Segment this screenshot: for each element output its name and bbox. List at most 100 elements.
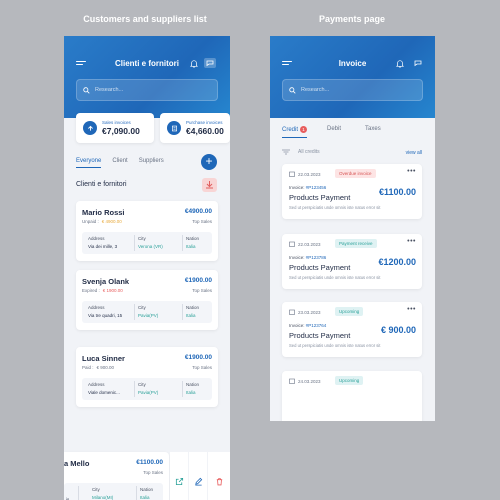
payment-card[interactable]: 22.03.2023 Overdue invoice ••• Invoice: … <box>282 164 422 219</box>
city-label: City <box>138 236 146 241</box>
address-value: Via tre quadri, 15 <box>88 313 123 318</box>
download-icon <box>206 181 213 189</box>
payment-card[interactable]: 24.03.2023 Upcoming <box>282 371 422 421</box>
customer-card[interactable]: Mario Rossi €4900.00 Unpaid : € 4900.00 T… <box>76 201 218 261</box>
city-value: Pavia(PV) <box>138 313 159 318</box>
summary-label: Sales invoices <box>102 120 131 125</box>
address-value: Viale domenic... <box>88 390 120 395</box>
customer-card[interactable]: Svenja Olank €1900.00 Expired : € 1900.00… <box>76 270 218 330</box>
payment-title: Products Payment <box>289 193 351 202</box>
customer-status: Unpaid : € 4900.00 <box>82 219 122 224</box>
customer-amount: €1100.00 <box>136 459 163 466</box>
customer-amount: €1900.00 <box>184 277 212 284</box>
pencil-icon <box>194 477 202 486</box>
status-badge: Payment receive <box>335 239 377 248</box>
payment-description: Sed ut perspiciatis unde omnis iste natu… <box>289 275 381 280</box>
payments-header: Invoice <box>270 36 435 118</box>
filter-tabs: Everyone Client Suppliers <box>76 158 175 168</box>
customer-amount: €4900.00 <box>184 208 212 215</box>
add-button[interactable]: + <box>201 154 217 170</box>
customer-name: Mario Rossi <box>82 208 125 217</box>
calendar-icon <box>289 378 295 384</box>
customer-name: Luca Sinner <box>82 354 125 363</box>
search-bar[interactable] <box>282 79 423 101</box>
customer-name: a Mello <box>64 459 90 468</box>
search-input[interactable] <box>301 87 408 93</box>
payment-card[interactable]: 22.03.2023 Payment receive ••• Invoice: … <box>282 234 422 289</box>
customer-status: Paid : € 900.00 <box>82 365 115 370</box>
search-input[interactable] <box>95 87 203 93</box>
filter-icon <box>282 149 290 155</box>
purchase-invoices-card[interactable]: Purchase invoices €4,660.00 <box>160 113 230 143</box>
tab-suppliers[interactable]: Suppliers <box>139 158 164 168</box>
tab-everyone[interactable]: Everyone <box>76 158 102 168</box>
download-button[interactable] <box>202 178 217 192</box>
customer-status: Expired : € 1900.00 <box>82 288 123 293</box>
nation-label: Nation <box>186 236 200 241</box>
calendar-icon <box>289 309 295 315</box>
view-all-link[interactable]: view all <box>406 150 422 156</box>
nation-label: Nation <box>186 382 200 387</box>
address-label: Address <box>88 236 105 241</box>
payment-tabs: Credit 1 Debit Taxes <box>282 126 381 138</box>
payment-description: Sed ut perspiciatis unde omnis iste natu… <box>289 343 381 348</box>
tab-taxes[interactable]: Taxes <box>365 126 381 138</box>
city-label: City <box>138 382 146 387</box>
payment-card[interactable]: 23.03.2023 Upcoming ••• Invoice: #P12376… <box>282 302 422 357</box>
payment-title: Products Payment <box>289 263 351 272</box>
city-value: Pavia(PV) <box>138 390 159 395</box>
more-options-icon[interactable]: ••• <box>407 168 416 175</box>
customer-amount: €1900.00 <box>184 354 212 361</box>
bell-icon[interactable] <box>396 59 404 68</box>
delete-button[interactable] <box>208 452 230 500</box>
status-badge: Upcoming <box>335 376 364 385</box>
customers-header: Clienti e fornitori <box>64 36 230 118</box>
caption-customers: Customers and suppliers list <box>83 14 207 24</box>
edit-button[interactable] <box>189 452 207 500</box>
nation-label: Nation <box>140 487 154 492</box>
sales-invoices-card[interactable]: Sales invoices €7,090.00 <box>76 113 154 143</box>
filter-control[interactable]: All credits <box>282 149 320 155</box>
tab-client[interactable]: Client <box>112 158 127 168</box>
search-icon <box>83 86 90 94</box>
chat-icon[interactable] <box>412 58 424 68</box>
customer-name: Svenja Olank <box>82 277 130 286</box>
payment-amount: €1100.00 <box>378 187 416 197</box>
customer-tag: Top Sales <box>192 365 212 370</box>
nation-value: Italia <box>186 244 196 249</box>
search-bar[interactable] <box>76 79 218 101</box>
more-options-icon[interactable]: ••• <box>407 306 416 313</box>
open-button[interactable] <box>170 452 188 500</box>
customer-card-swiped[interactable]: a Mello €1100.00 Top Sales is City Milano… <box>64 452 169 500</box>
filter-label: All credits <box>298 149 320 155</box>
customer-card[interactable]: Luca Sinner €1900.00 Paid : € 900.00 Top … <box>76 347 218 407</box>
chat-icon[interactable] <box>204 58 216 68</box>
customers-screen: Clienti e fornitori Sales invoices €7,09… <box>64 36 230 500</box>
payment-amount: € 900.00 <box>380 325 416 335</box>
bell-icon[interactable] <box>190 59 198 68</box>
invoice-icon <box>167 121 181 135</box>
section-title: Clienti e fornitori <box>76 181 127 188</box>
payment-date: 24.03.2023 <box>289 378 321 384</box>
city-value: Milano(MI) <box>92 495 114 500</box>
customer-details: is City Milano(MI) Nation Italia <box>64 483 163 500</box>
arrow-up-icon <box>83 121 97 135</box>
address-label: Address <box>88 305 105 310</box>
customer-details: Address Via dei mille, 3 City Verona (VR) … <box>82 232 212 254</box>
summary-value: €4,660.00 <box>186 126 224 136</box>
nation-value: Italia <box>140 495 150 500</box>
payment-amount: €1200.00 <box>378 257 416 267</box>
invoice-number: Invoice: #P123786 <box>289 255 327 260</box>
city-label: City <box>92 487 100 492</box>
status-badge: Upcoming <box>335 307 364 316</box>
tab-debit[interactable]: Debit <box>327 126 341 138</box>
city-value: Verona (VR) <box>138 244 163 249</box>
city-label: City <box>138 305 146 310</box>
calendar-icon <box>289 171 295 177</box>
more-options-icon[interactable]: ••• <box>407 238 416 245</box>
calendar-icon <box>289 241 295 247</box>
invoice-number: Invoice: #P123456 <box>289 185 327 190</box>
address-value: Via dei mille, 3 <box>88 244 118 249</box>
summary-label: Purchase invoices <box>186 120 223 125</box>
tab-credit[interactable]: Credit 1 <box>282 126 308 138</box>
